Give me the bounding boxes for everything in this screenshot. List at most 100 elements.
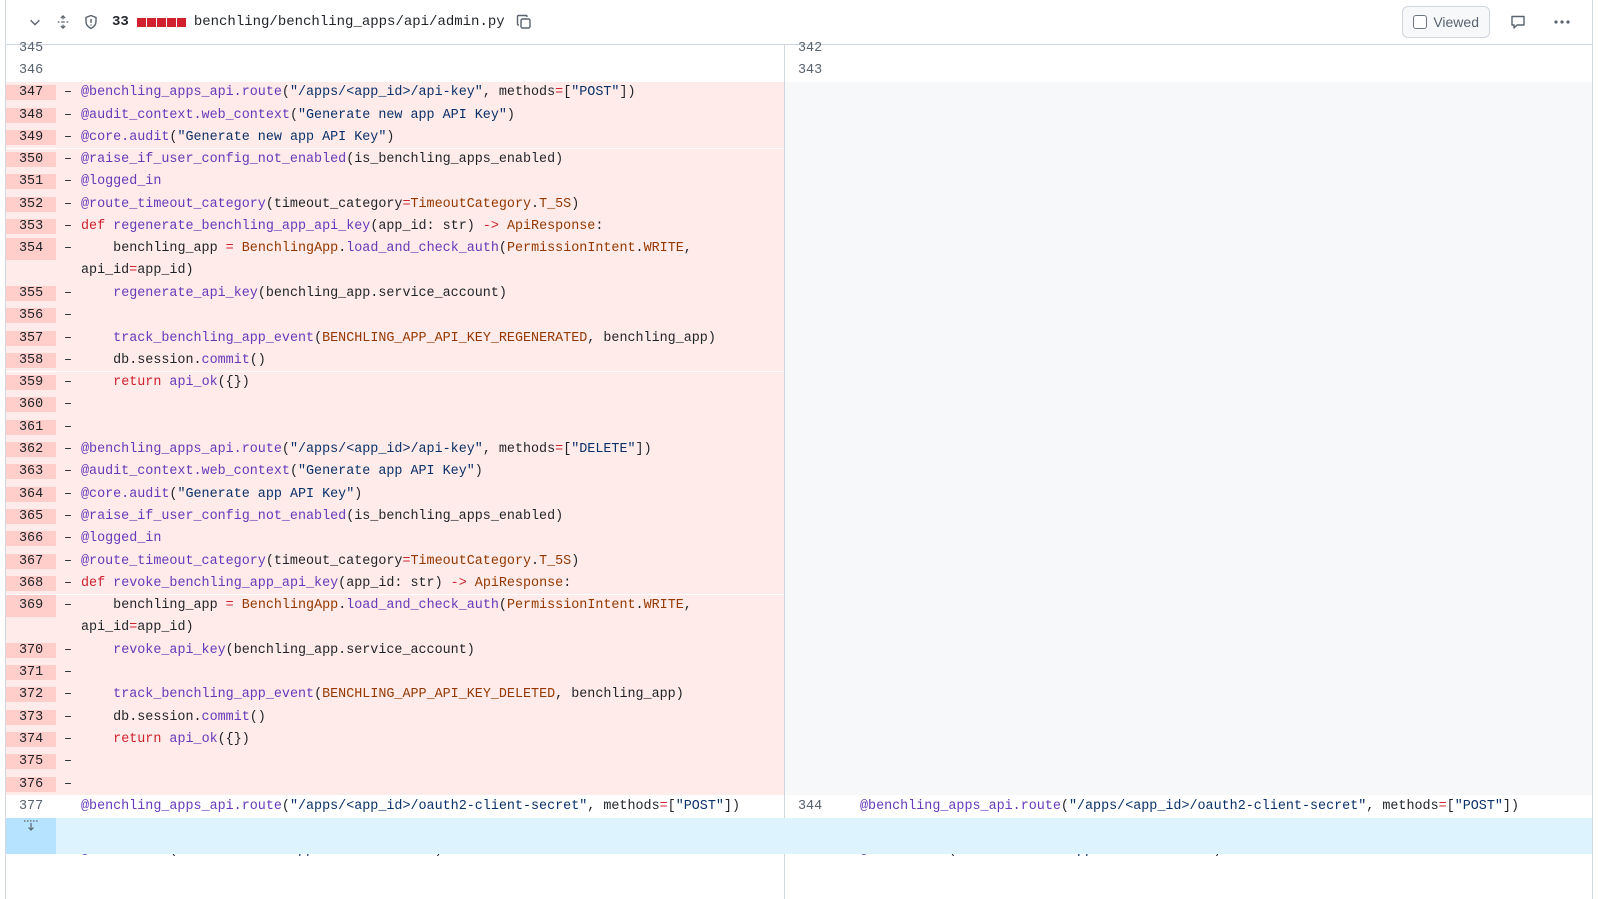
- deleted-line: 368– def revoke_benchling_app_api_key(app…: [6, 572, 784, 595]
- line-number[interactable]: 349: [6, 129, 56, 145]
- expand-hunk-bar[interactable]: [6, 818, 1592, 854]
- line-number[interactable]: 362: [6, 442, 56, 458]
- diffstat-block: [176, 17, 186, 27]
- deleted-line: 364– @core.audit("Generate app API Key"): [6, 483, 784, 506]
- line-number[interactable]: 370: [6, 642, 56, 658]
- viewed-label: Viewed: [1433, 14, 1479, 30]
- code-text: @logged_in: [81, 531, 162, 547]
- comment-icon[interactable]: [1502, 6, 1534, 38]
- line-number[interactable]: 374: [6, 731, 56, 747]
- line-number[interactable]: 368: [6, 575, 56, 591]
- code-text: @benchling_apps_api.route("/apps/<app_id…: [81, 798, 740, 814]
- line-number[interactable]: 369: [6, 594, 56, 617]
- deleted-line: 362– @benchling_apps_api.route("/apps/<ap…: [6, 438, 784, 461]
- code-text: db.session.commit(): [81, 352, 266, 368]
- line-number[interactable]: 363: [6, 464, 56, 480]
- line-number[interactable]: 344: [785, 799, 835, 814]
- deleted-line: 354– benchling_app = BenchlingApp.load_a…: [6, 237, 784, 283]
- line-number[interactable]: 361: [6, 419, 56, 435]
- deleted-line: 359– return api_ok({}): [6, 371, 784, 394]
- deleted-line: 370– revoke_api_key(benchling_app.servic…: [6, 639, 784, 662]
- viewed-checkbox[interactable]: [1413, 15, 1428, 29]
- line-number[interactable]: 353: [6, 219, 56, 235]
- viewed-toggle[interactable]: Viewed: [1402, 6, 1490, 38]
- diff-sign: –: [64, 152, 73, 168]
- code-text: @benchling_apps_api.route("/apps/<app_id…: [81, 442, 652, 458]
- diff-file: 33 benchling/benchling_apps/api/admin.py…: [5, 0, 1593, 899]
- line-number[interactable]: 375: [6, 754, 56, 770]
- diff-sign: –: [64, 597, 73, 613]
- line-number[interactable]: 343: [785, 63, 835, 78]
- code-text: track_benchling_app_event(BENCHLING_APP_…: [113, 330, 716, 346]
- diff-sign: –: [64, 687, 73, 703]
- diff-sign: –: [64, 665, 73, 681]
- expand-icon[interactable]: [52, 11, 74, 33]
- code-text: revoke_api_key(benchling_app.service_acc…: [113, 642, 475, 658]
- line-number[interactable]: 351: [6, 174, 56, 190]
- line-number[interactable]: 371: [6, 665, 56, 681]
- diff-sign: –: [64, 240, 73, 256]
- deleted-line: 353– def regenerate_benchling_app_api_key…: [6, 215, 784, 238]
- line-number[interactable]: 352: [6, 196, 56, 212]
- line-number[interactable]: 345: [6, 41, 56, 56]
- code-text: return api_ok({}): [113, 375, 250, 391]
- diff-sign: –: [64, 531, 73, 547]
- line-number[interactable]: 373: [6, 709, 56, 725]
- deleted-line: 356–: [6, 304, 784, 327]
- line-number[interactable]: 364: [6, 486, 56, 502]
- diff-sign: –: [64, 464, 73, 480]
- kebab-icon[interactable]: [1546, 6, 1578, 38]
- line-number[interactable]: 376: [6, 776, 56, 792]
- context-line: 343: [785, 59, 1592, 81]
- diff-sign: –: [64, 508, 73, 524]
- line-number[interactable]: 348: [6, 107, 56, 123]
- code-text: db.session.commit(): [81, 709, 266, 725]
- code-text: @raise_if_user_config_not_enabled(is_ben…: [81, 508, 564, 524]
- diff-sign: –: [64, 196, 73, 212]
- line-number[interactable]: 366: [6, 531, 56, 547]
- line-number[interactable]: 365: [6, 508, 56, 524]
- line-number[interactable]: 357: [6, 330, 56, 346]
- line-number[interactable]: 355: [6, 285, 56, 301]
- diff-sign: –: [64, 553, 73, 569]
- line-number[interactable]: 367: [6, 553, 56, 569]
- diff-sign: –: [64, 174, 73, 190]
- shield-icon: [80, 11, 102, 33]
- line-number[interactable]: 356: [6, 308, 56, 324]
- file-path[interactable]: benchling/benchling_apps/api/admin.py: [194, 14, 505, 30]
- code-text: @benchling_apps_api.route("/apps/<app_id…: [81, 85, 636, 101]
- code-text: @route_timeout_category(timeout_category…: [81, 553, 580, 569]
- context-line: 345: [6, 37, 784, 59]
- line-number[interactable]: 359: [6, 375, 56, 391]
- chevron-down-icon[interactable]: [24, 11, 46, 33]
- deleted-line: 363– @audit_context.web_context("Generate…: [6, 460, 784, 483]
- line-number[interactable]: 342: [785, 41, 835, 56]
- deleted-line: 350– @raise_if_user_config_not_enabled(is…: [6, 148, 784, 171]
- diff-sign: –: [64, 107, 73, 123]
- line-number[interactable]: 346: [6, 63, 56, 78]
- change-count: 33: [112, 14, 129, 30]
- line-number[interactable]: 354: [6, 237, 56, 260]
- deleted-line: 371–: [6, 661, 784, 684]
- diff-sign: –: [64, 219, 73, 235]
- left-pane-old: 345 346 347– @benchling_apps_api.route("/ap…: [6, 41, 785, 899]
- expand-icon[interactable]: [6, 818, 56, 854]
- deleted-line: 348– @audit_context.web_context("Generate…: [6, 103, 784, 127]
- empty-placeholder: [785, 81, 1592, 796]
- line-number[interactable]: 358: [6, 352, 56, 368]
- deleted-line: 369– benchling_app = BenchlingApp.load_a…: [6, 594, 784, 640]
- diff-sign: –: [64, 129, 73, 145]
- line-number[interactable]: 377: [6, 799, 56, 814]
- context-line: 344 @benchling_apps_api.route("/apps/<app…: [785, 795, 1592, 817]
- diffstat-block: [156, 17, 166, 27]
- right-pane-new: 342 343 344 @benchling_apps_api.route("/app…: [785, 41, 1592, 899]
- code-text: regenerate_api_key(benchling_app.service…: [113, 285, 507, 301]
- line-number[interactable]: 372: [6, 687, 56, 703]
- code-text: @core.audit("Generate new app API Key"): [81, 129, 395, 145]
- line-number[interactable]: 350: [6, 152, 56, 168]
- line-number[interactable]: 360: [6, 397, 56, 413]
- deleted-line: 349– @core.audit("Generate new app API Ke…: [6, 126, 784, 149]
- line-number[interactable]: 347: [6, 85, 56, 101]
- diff-sign: –: [64, 776, 73, 792]
- copy-icon[interactable]: [513, 11, 535, 33]
